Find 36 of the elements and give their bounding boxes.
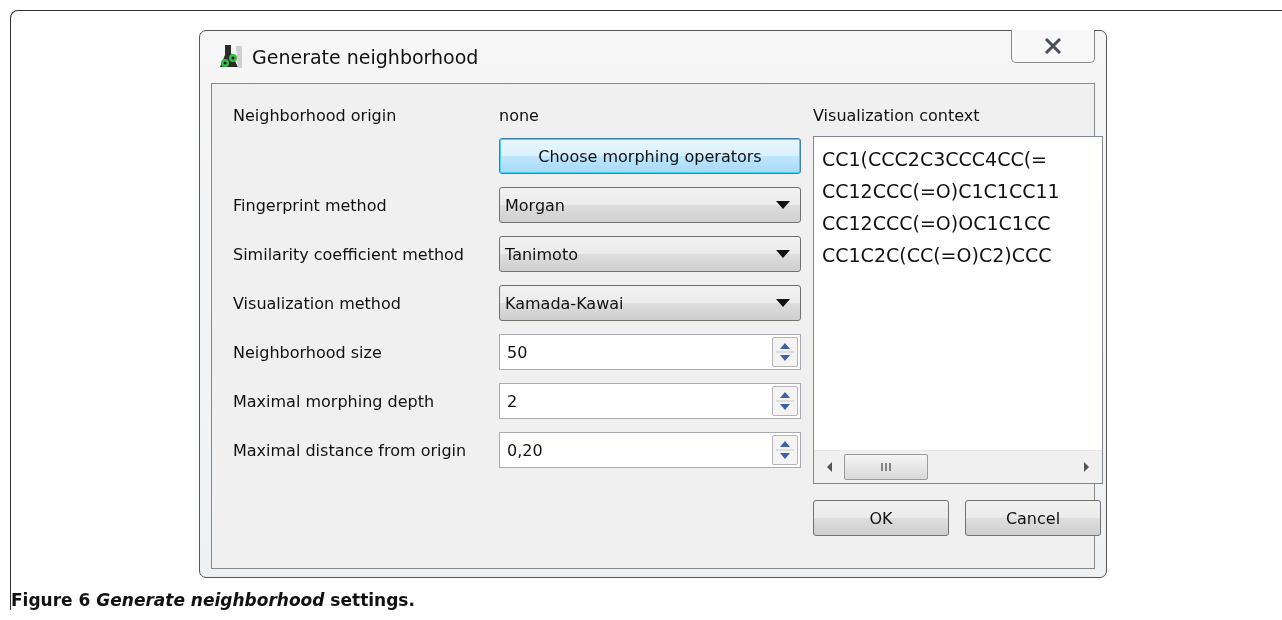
dropdown-arrow-icon — [776, 201, 790, 209]
field-label: Maximal distance from origin — [233, 440, 468, 460]
list-item[interactable]: CC12CCC(=O)C1C1CC11 — [822, 175, 1060, 207]
dropdown[interactable]: Kamada-Kawai — [499, 285, 801, 321]
spin-arrows-icon[interactable] — [772, 386, 798, 416]
close-button[interactable] — [1011, 30, 1095, 63]
spin-field[interactable]: 2 — [499, 383, 801, 419]
origin-value: none — [499, 106, 539, 125]
field-label: Visualization method — [233, 293, 402, 313]
grip-icon — [880, 462, 892, 472]
field-label: Neighborhood size — [233, 342, 383, 362]
close-icon — [1044, 38, 1062, 54]
list-item[interactable]: CC12CCC(=O)OC1C1CC — [822, 207, 1051, 239]
list-label: Visualization context — [813, 106, 980, 125]
scroll-thumb[interactable] — [844, 454, 928, 480]
field-label: Neighborhood origin — [233, 106, 398, 125]
spin-field[interactable]: 0,20 — [499, 432, 801, 468]
operators-button[interactable]: Choose morphing operators — [499, 138, 801, 174]
dropdown-arrow-icon — [776, 299, 790, 307]
figure-caption: Figure 6 Generate neighborhood settings. — [11, 590, 415, 610]
spin-field[interactable]: 50 — [499, 334, 801, 370]
field-label: Maximal morphing depth — [233, 391, 436, 411]
horizontal-scrollbar[interactable] — [814, 450, 1102, 483]
dropdown[interactable]: Morgan — [499, 187, 801, 223]
field-label: Fingerprint method — [233, 195, 388, 215]
dropdown-arrow-icon — [776, 250, 790, 258]
spin-arrows-icon[interactable] — [772, 337, 798, 367]
dropdown[interactable]: Tanimoto — [499, 236, 801, 272]
list-item[interactable]: CC1C2C(CC(=O)C2)CCC — [822, 239, 1052, 271]
field-label: Similarity coefficient method — [233, 244, 465, 264]
list-item[interactable]: CC1(CCC2C3CCC4CC(= — [822, 143, 1048, 175]
spin-arrows-icon[interactable] — [772, 435, 798, 465]
cancel-button[interactable]: Cancel — [965, 500, 1101, 536]
window-title: Generate neighborhood — [252, 46, 480, 68]
context-list[interactable]: CC1(CCC2C3CCC4CC(= CC12CCC(=O)C1C1CC11 CC12CCC(=O)OC1C1CC CC1C2C(CC(=O)C2)CCC — [813, 136, 1103, 484]
ok-button[interactable]: OK — [813, 500, 949, 536]
